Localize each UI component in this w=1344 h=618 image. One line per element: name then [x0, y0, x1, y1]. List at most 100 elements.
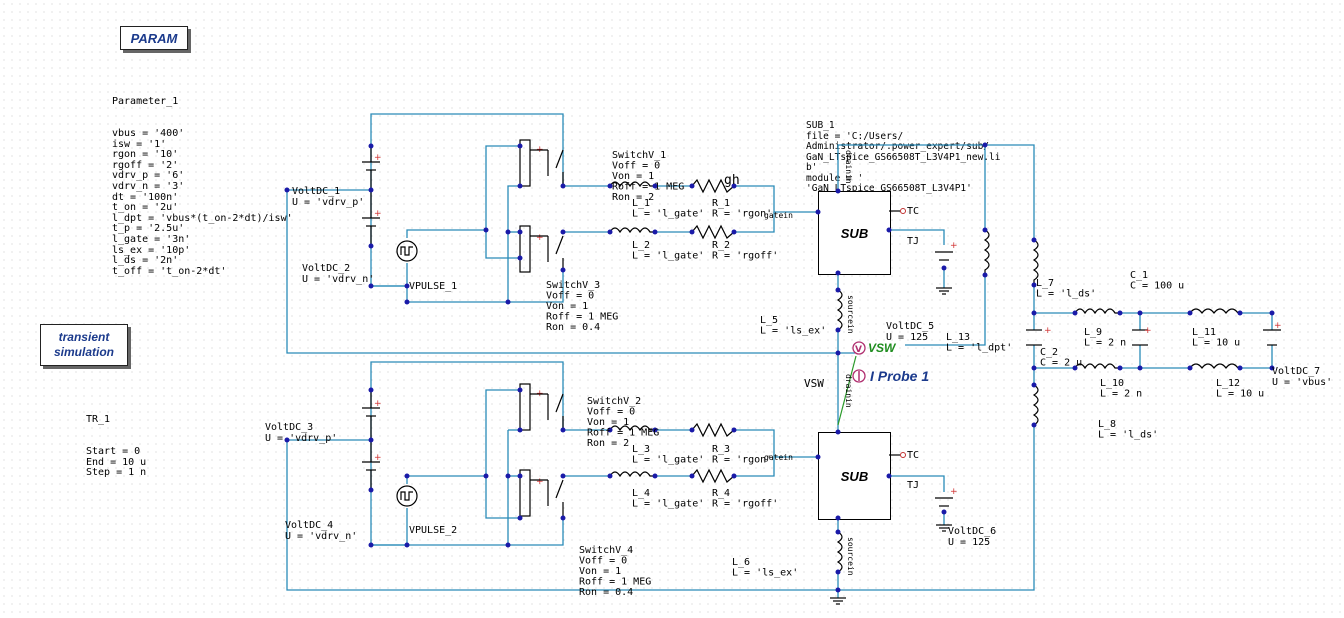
sw2-param-line: Roff = 1 MEG — [587, 428, 659, 439]
inductor-l4 — [609, 471, 655, 478]
voltdc4-label: VoltDC_4 — [285, 520, 333, 531]
l4-param-line: L_4 — [632, 488, 650, 499]
inductor-l8 — [1032, 384, 1039, 426]
svg-text:+: + — [536, 477, 544, 487]
svg-text:+: + — [374, 153, 382, 163]
l5-param-line: L = 'ls_ex' — [760, 326, 826, 337]
inductor-l5 — [836, 289, 843, 331]
drainin-label-upper: drainin — [844, 150, 853, 184]
inductor-l11 — [1189, 308, 1239, 314]
voltdc-6-symbol: + — [935, 487, 958, 532]
vsw-net-label: VSW — [804, 377, 824, 390]
iprobe-label[interactable]: I Probe 1 — [870, 368, 929, 384]
l9-param-line: L = 2 n — [1084, 338, 1126, 349]
l4-params: L_4L = 'l_gate' — [632, 488, 704, 510]
voltdc5-label: VoltDC_5 — [886, 321, 934, 332]
inductor-l9 — [1074, 308, 1120, 315]
r2-param-line: R_2 — [712, 240, 730, 251]
voltdc6-value: U = 125 — [948, 537, 990, 548]
l3-param-line: L_3 — [632, 444, 650, 455]
voltdc4-value: U = 'vdrv_n' — [285, 531, 357, 542]
tc-pin-lower — [889, 452, 906, 458]
l12-params: L_12L = 10 u — [1216, 378, 1264, 400]
switchv-3-symbol: + — [519, 225, 564, 273]
gh-label: gh — [724, 173, 740, 188]
wire — [1240, 345, 1273, 369]
switchv-1-symbol: + — [519, 139, 564, 187]
sw4-param-line: Roff = 1 MEG — [579, 577, 651, 588]
switchv-3-params: SwitchV_3Voff = 0Von = 1Roff = 1 MEGRon … — [546, 280, 618, 333]
sw3-param-line: Voff = 0 — [546, 291, 594, 302]
svg-text:V: V — [855, 345, 862, 355]
l1-params: L_1L = 'l_gate' — [632, 198, 704, 220]
switchv-2-symbol: + — [519, 383, 564, 431]
c2-param-line: C_2 — [1040, 347, 1058, 358]
l5-params: L_5L = 'ls_ex' — [760, 315, 826, 337]
l7-param-line: L_7 — [1036, 278, 1054, 289]
vpulse2-label: VPULSE_2 — [409, 525, 457, 536]
capacitor-c1: + — [1132, 326, 1152, 346]
voltdc6-label: VoltDC_6 — [948, 526, 996, 537]
voltdc7-label: VoltDC_7 — [1272, 366, 1320, 377]
l13-param-line: L = 'l_dpt' — [946, 343, 1012, 354]
r4-param-line: R = 'rgoff' — [712, 499, 778, 510]
tc-label-upper: TC — [907, 206, 919, 217]
sw2-param-line: SwitchV_2 — [587, 396, 641, 407]
current-probe-icon — [852, 369, 866, 383]
voltdc3-label: VoltDC_3 — [265, 422, 313, 433]
schematic-canvas[interactable]: PARAM transient simulation Parameter_1 v… — [0, 0, 1344, 618]
drainin-label-lower: drainin — [844, 374, 853, 408]
sw3-param-line: Von = 1 — [546, 301, 588, 312]
resistor-r3 — [691, 422, 735, 438]
svg-text:+: + — [1144, 326, 1152, 336]
sw4-param-line: Voff = 0 — [579, 556, 627, 567]
l8-param-line: L = 'l_ds' — [1098, 430, 1158, 441]
sourcein-label-lower: sourcein — [846, 537, 855, 576]
voltdc3-value: U = 'vdrv_p' — [265, 433, 337, 444]
l8-params: L_8L = 'l_ds' — [1098, 419, 1158, 441]
voltdc-4-symbol: + — [362, 440, 382, 490]
l9-params: L_9L = 2 n — [1084, 327, 1126, 349]
l11-params: L_11L = 10 u — [1192, 327, 1240, 349]
gatein-label-upper: gatein — [764, 211, 793, 220]
vpulse-2-symbol — [396, 485, 418, 507]
c2-params: C_2C = 2 u — [1040, 347, 1082, 369]
r3-param-line: R_3 — [712, 444, 730, 455]
l9-param-line: L_9 — [1084, 327, 1102, 338]
l6-params: L_6L = 'ls_ex' — [732, 557, 798, 579]
vpulse1-label: VPULSE_1 — [409, 281, 457, 292]
voltdc-3-symbol: + — [362, 390, 382, 440]
l10-param-line: L = 2 n — [1100, 389, 1142, 400]
tj-label-upper: TJ — [907, 236, 919, 247]
svg-text:+: + — [374, 453, 382, 463]
schematic-wires: + + + + + + + + + + + + + V VoltDC_1 U =… — [265, 113, 1332, 605]
l10-params: L_10L = 2 n — [1100, 378, 1142, 400]
l2-params: L_2L = 'l_gate' — [632, 240, 704, 262]
svg-text:+: + — [374, 209, 382, 219]
sw2-param-line: Voff = 0 — [587, 407, 635, 418]
l12-param-line: L = 10 u — [1216, 389, 1264, 400]
wire — [485, 230, 520, 259]
l1-param-line: L_1 — [632, 198, 650, 209]
l7-param-line: L = 'l_ds' — [1036, 289, 1096, 300]
voltdc1-value: U = 'vdrv_p' — [292, 197, 364, 208]
l8-param-line: L_8 — [1098, 419, 1116, 430]
resistor-r4 — [691, 468, 735, 484]
wire — [485, 476, 520, 519]
wire — [406, 389, 520, 484]
inductor-l13 — [983, 229, 990, 275]
l3-params: L_3L = 'l_gate' — [632, 444, 704, 466]
svg-text:+: + — [1044, 326, 1052, 336]
r4-param-line: R_4 — [712, 488, 730, 499]
voltdc2-value: U = 'vdrv_n' — [302, 274, 374, 285]
wire — [507, 430, 564, 546]
svg-text:+: + — [950, 241, 958, 251]
sw4-param-line: Von = 1 — [579, 566, 621, 577]
c1-params: C_1C = 100 u — [1130, 270, 1184, 292]
gatein-label-lower: gatein — [764, 453, 793, 462]
l3-param-line: L = 'l_gate' — [632, 455, 704, 466]
c2-param-line: C = 2 u — [1040, 358, 1082, 369]
l6-param-line: L_6 — [732, 557, 750, 568]
ground-symbol — [830, 597, 846, 605]
wire — [1240, 312, 1273, 330]
